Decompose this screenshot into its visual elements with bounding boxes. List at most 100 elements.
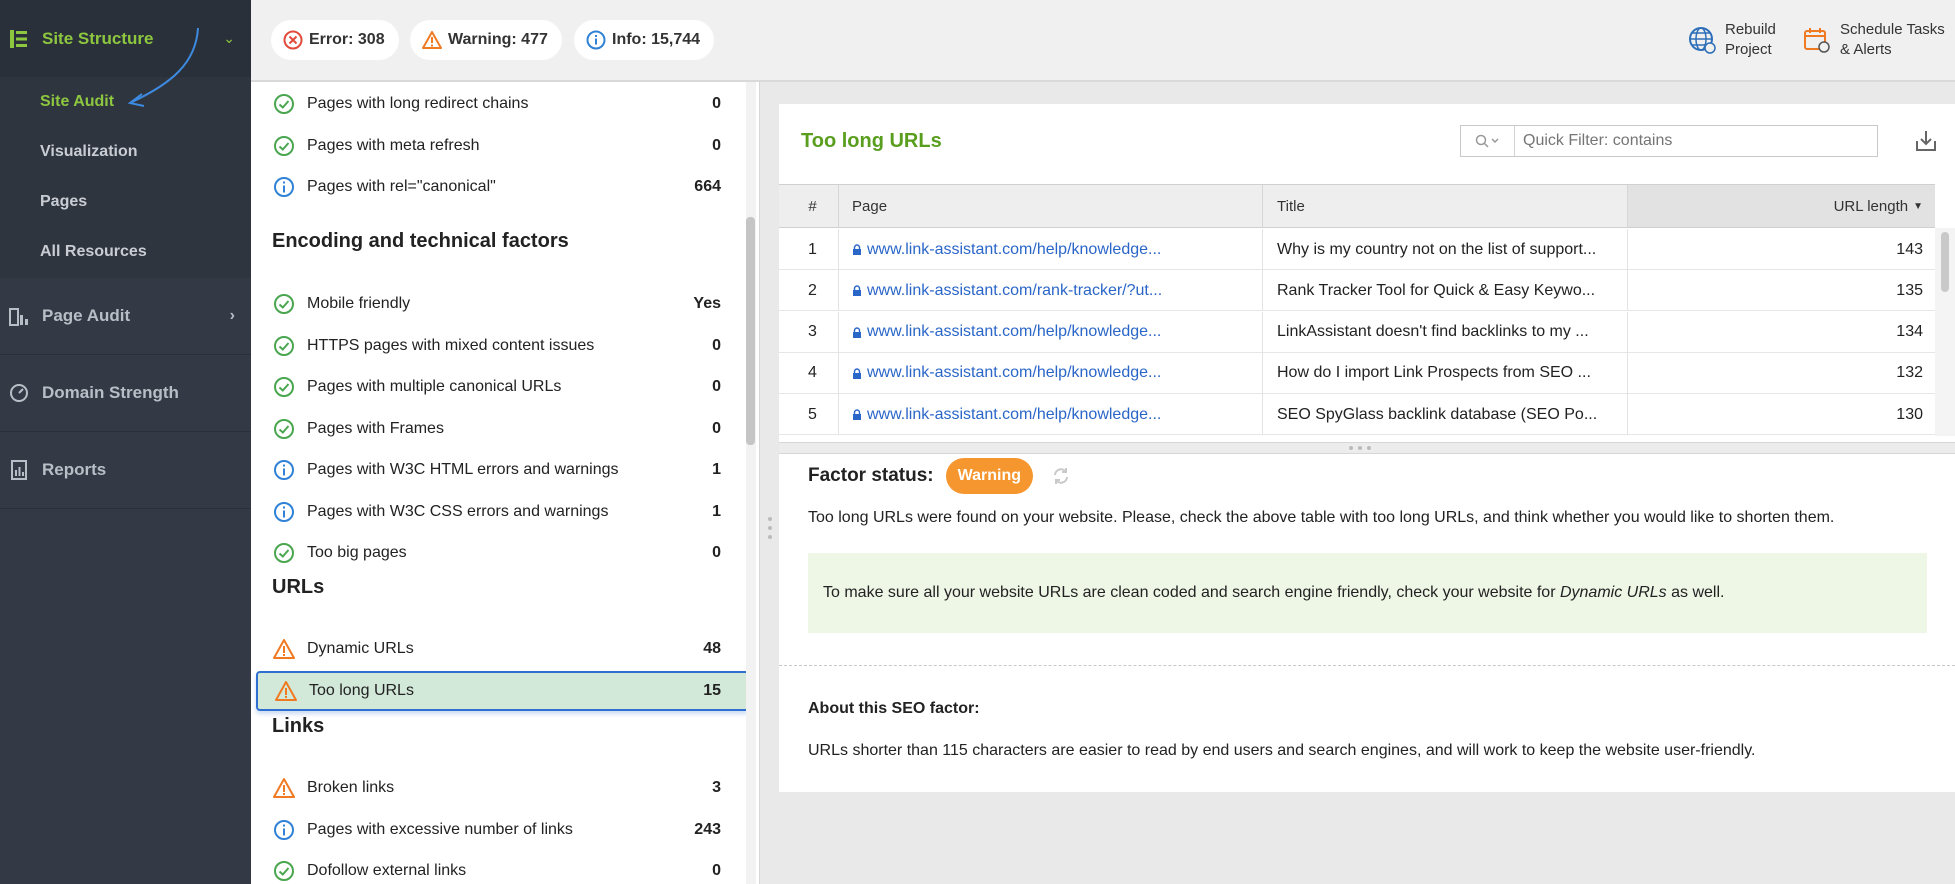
page-link[interactable]: www.link-assistant.com/rank-tracker/?ut.… <box>867 282 1162 300</box>
factor-row[interactable]: Pages with W3C CSS errors and warnings 1 <box>271 492 749 532</box>
info-icon <box>586 30 606 50</box>
factor-label: Pages with Frames <box>307 419 444 437</box>
factor-row[interactable]: Pages with rel="canonical" 664 <box>271 167 749 207</box>
factor-label: Pages with excessive number of links <box>307 820 573 838</box>
export-icon[interactable] <box>1913 128 1939 154</box>
factor-value: 15 <box>703 681 721 699</box>
factor-row[interactable]: Too big pages 0 <box>271 533 749 573</box>
table-row[interactable]: 2 www.link-assistant.com/rank-tracker/?ut… <box>779 270 1935 312</box>
factor-row[interactable]: HTTPS pages with mixed content issues 0 <box>271 326 749 366</box>
schedule-label-2: & Alerts <box>1840 41 1892 58</box>
warning-icon <box>273 777 295 799</box>
info-icon <box>273 459 295 481</box>
sidebar-site-structure[interactable]: Site Structure ⌄ <box>0 0 251 107</box>
table-row[interactable]: 1 www.link-assistant.com/help/knowledge..… <box>779 229 1935 270</box>
factor-row[interactable]: Pages with excessive number of links 243 <box>271 810 749 850</box>
factor-row[interactable]: Pages with meta refresh 0 <box>271 126 749 166</box>
factor-label: Pages with W3C CSS errors and warnings <box>307 502 609 520</box>
sidebar-page-audit[interactable]: Page Audit › <box>0 278 251 355</box>
vertical-splitter-handle[interactable] <box>767 515 773 541</box>
top-bar: Error: 308 Warning: 477 Info: 15,744 Reb… <box>251 0 1955 82</box>
factor-label: Dynamic URLs <box>307 640 414 657</box>
table-row[interactable]: 5 www.link-assistant.com/help/knowledge..… <box>779 394 1935 436</box>
factor-row[interactable]: Dofollow external links 0 <box>271 851 749 884</box>
cell-page[interactable]: www.link-assistant.com/help/knowledge... <box>839 352 1263 394</box>
page-link[interactable]: www.link-assistant.com/help/knowledge... <box>867 241 1161 259</box>
cell-page[interactable]: www.link-assistant.com/help/knowledge... <box>839 394 1263 436</box>
tip-dynamic-urls: Dynamic URLs <box>1559 584 1667 601</box>
factor-list-scroll-thumb[interactable] <box>746 217 755 445</box>
table-scroll-thumb[interactable] <box>1941 232 1949 292</box>
sidebar-item-pages[interactable]: Pages <box>0 177 251 227</box>
encoding-section-heading: Encoding and technical factors <box>272 230 569 252</box>
lock-icon <box>853 244 861 255</box>
cell-num: 4 <box>779 352 839 394</box>
factor-row-selected[interactable]: Too long URLs 15 <box>256 670 749 711</box>
error-count-badge[interactable]: Error: 308 <box>271 20 399 60</box>
factor-row[interactable]: Mobile friendly Yes <box>271 284 749 324</box>
cell-page[interactable]: www.link-assistant.com/help/knowledge... <box>839 229 1263 270</box>
table-row[interactable]: 3 www.link-assistant.com/help/knowledge..… <box>779 311 1935 353</box>
sidebar-reports[interactable]: Reports <box>0 432 251 509</box>
factor-row[interactable]: Pages with long redirect chains 0 <box>271 84 749 124</box>
factor-row[interactable]: Pages with multiple canonical URLs 0 <box>271 367 749 407</box>
quick-filter[interactable] <box>1460 125 1878 157</box>
sidebar-item-all-resources[interactable]: All Resources <box>0 227 251 277</box>
col-num-header[interactable]: # <box>779 185 839 227</box>
factor-label: Pages with rel="canonical" <box>307 178 496 195</box>
site-structure-icon <box>10 29 27 48</box>
cell-title: SEO SpyGlass backlink database (SEO Po..… <box>1263 394 1628 436</box>
info-count-text: Info: 15,744 <box>612 31 701 48</box>
cell-num: 5 <box>779 394 839 436</box>
lock-icon <box>853 326 861 338</box>
info-icon <box>273 501 295 523</box>
warning-count-badge[interactable]: Warning: 477 <box>410 20 562 60</box>
factor-label: Mobile friendly <box>307 295 411 312</box>
col-page-header[interactable]: Page <box>839 185 1263 227</box>
table-row[interactable]: 4 www.link-assistant.com/help/knowledge..… <box>779 352 1935 394</box>
factor-value: 0 <box>712 862 721 879</box>
factor-row[interactable]: Dynamic URLs 48 <box>271 629 749 669</box>
page-link[interactable]: www.link-assistant.com/help/knowledge... <box>867 406 1161 424</box>
refresh-icon[interactable] <box>1051 466 1071 486</box>
warning-count-text: Warning: 477 <box>448 31 548 48</box>
factor-value: 0 <box>712 336 721 354</box>
info-icon <box>273 176 295 198</box>
cell-page[interactable]: www.link-assistant.com/help/knowledge... <box>839 311 1263 353</box>
sidebar-item-visualization[interactable]: Visualization <box>0 127 251 177</box>
factor-row[interactable]: Pages with Frames 0 <box>271 409 749 449</box>
check-circle-icon <box>273 93 295 115</box>
horizontal-splitter[interactable] <box>779 442 1955 454</box>
globe-refresh-icon <box>1689 27 1716 54</box>
cell-title: LinkAssistant doesn't find backlinks to … <box>1263 311 1628 353</box>
check-circle-icon <box>273 418 295 440</box>
rebuild-project-button[interactable]: Rebuild Project <box>1687 20 1776 60</box>
factor-row[interactable]: Broken links 3 <box>271 768 749 808</box>
chevron-down-icon[interactable]: ⌄ <box>223 30 235 47</box>
about-text: URLs shorter than 115 characters are eas… <box>808 742 1756 759</box>
schedule-tasks-button[interactable]: Schedule Tasks & Alerts <box>1802 20 1945 60</box>
factor-list: Dofollow external links 0 Pages with exces… <box>251 82 760 884</box>
quick-filter-input[interactable] <box>1515 127 1875 155</box>
warning-icon <box>422 31 442 49</box>
rebuild-label-1: Rebuild <box>1725 21 1776 38</box>
factor-row[interactable]: Pages with W3C HTML errors and warnings 1 <box>271 450 749 490</box>
chevron-right-icon[interactable]: › <box>230 307 235 325</box>
page-link[interactable]: www.link-assistant.com/help/knowledge... <box>867 364 1161 382</box>
filter-mode-dropdown[interactable] <box>1461 126 1515 156</box>
section-divider <box>779 665 1955 666</box>
cell-num: 2 <box>779 270 839 312</box>
factor-label: Too big pages <box>307 544 407 561</box>
status-badge: Warning <box>945 458 1034 494</box>
error-icon <box>283 30 303 50</box>
factor-label: Pages with meta refresh <box>307 136 480 154</box>
factor-value: 0 <box>712 136 721 154</box>
table-scrollbar[interactable] <box>1935 228 1955 436</box>
cell-page[interactable]: www.link-assistant.com/rank-tracker/?ut.… <box>839 270 1263 312</box>
factor-list-scrollbar[interactable] <box>746 82 756 884</box>
page-link[interactable]: www.link-assistant.com/help/knowledge... <box>867 323 1161 341</box>
col-urllength-header[interactable]: URL length ▼ <box>1628 185 1935 227</box>
col-title-header[interactable]: Title <box>1263 185 1628 227</box>
sidebar-domain-strength[interactable]: Domain Strength <box>0 355 251 432</box>
info-count-badge[interactable]: Info: 15,744 <box>574 20 715 60</box>
